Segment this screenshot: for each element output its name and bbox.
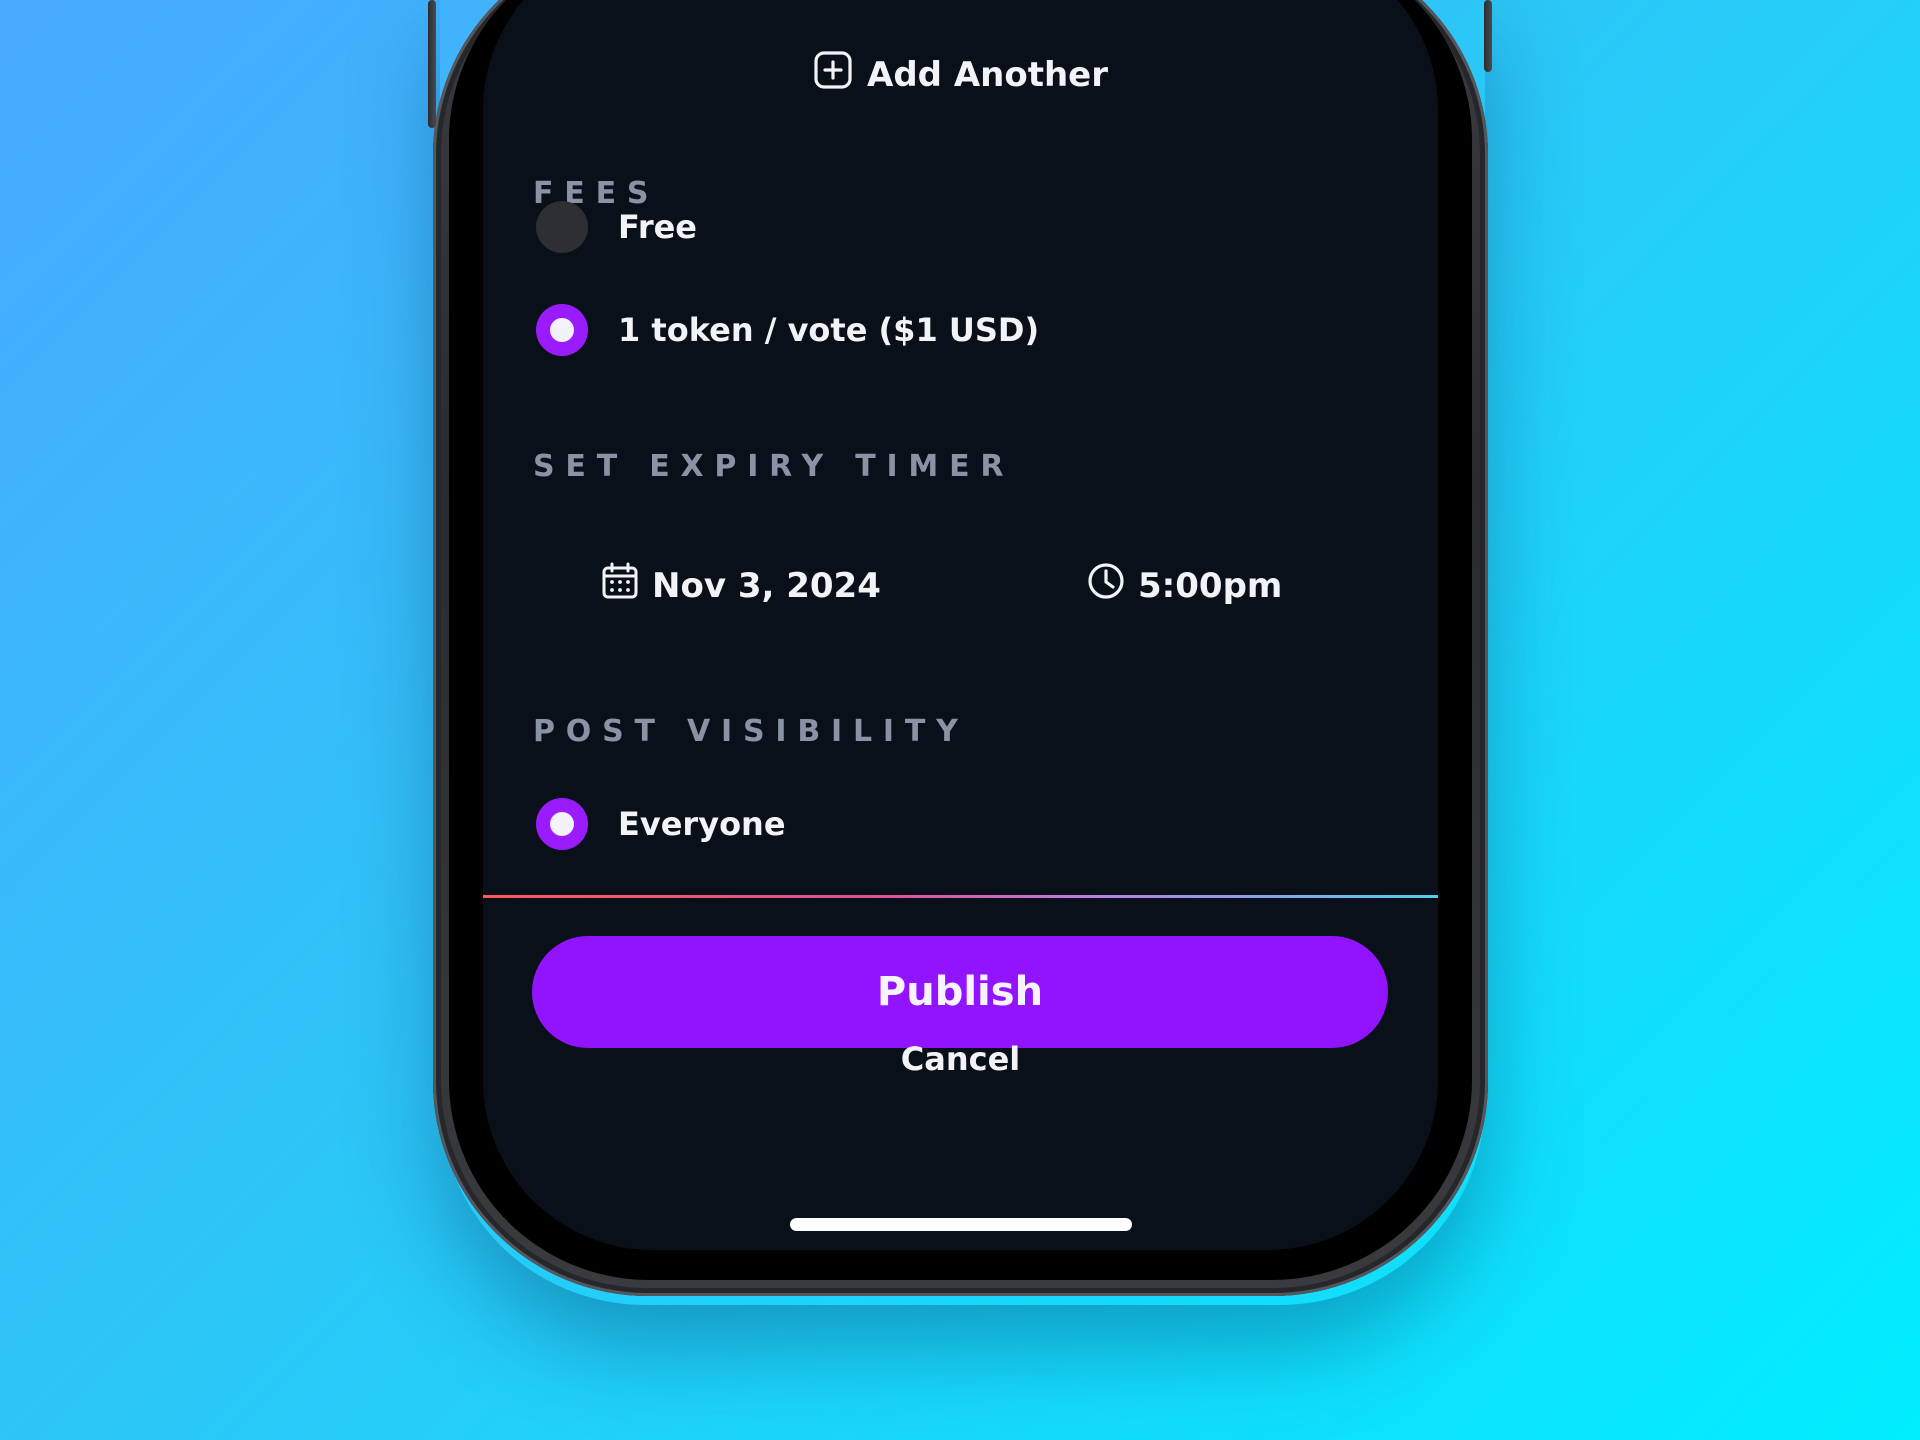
visibility-section-label: POST VISIBILITY — [533, 714, 969, 749]
expiry-time-value: 5:00pm — [1138, 565, 1283, 606]
clock-icon — [1086, 561, 1126, 610]
visibility-everyone-radio[interactable] — [536, 798, 588, 850]
publish-button[interactable]: Publish — [532, 936, 1388, 1048]
fee-token-label: 1 token / vote ($1 USD) — [618, 311, 1040, 349]
fee-option-token[interactable]: 1 token / vote ($1 USD) — [536, 304, 1039, 356]
home-indicator — [790, 1218, 1132, 1231]
expiry-date-value: Nov 3, 2024 — [652, 565, 881, 606]
expiry-date-picker[interactable]: Nov 3, 2024 — [600, 561, 881, 610]
fee-free-radio[interactable] — [536, 201, 588, 253]
cancel-button[interactable]: Cancel — [483, 1040, 1438, 1078]
fee-option-free[interactable]: Free — [536, 201, 697, 253]
calendar-icon — [600, 561, 640, 610]
phone-screen: Add Another FEES Free 1 token / vote ($1… — [483, 0, 1438, 1250]
gradient-divider — [483, 895, 1438, 898]
phone-side-button-left — [428, 0, 436, 128]
add-another-label: Add Another — [867, 54, 1108, 95]
fee-free-label: Free — [618, 208, 697, 246]
visibility-option-everyone[interactable]: Everyone — [536, 798, 786, 850]
add-another-button[interactable]: Add Another — [483, 50, 1438, 99]
expiry-section-label: SET EXPIRY TIMER — [533, 449, 1015, 484]
phone-side-button-right — [1484, 0, 1492, 72]
fee-token-radio[interactable] — [536, 304, 588, 356]
expiry-time-picker[interactable]: 5:00pm — [1086, 561, 1282, 610]
visibility-everyone-label: Everyone — [618, 805, 786, 843]
plus-square-icon — [813, 50, 853, 99]
